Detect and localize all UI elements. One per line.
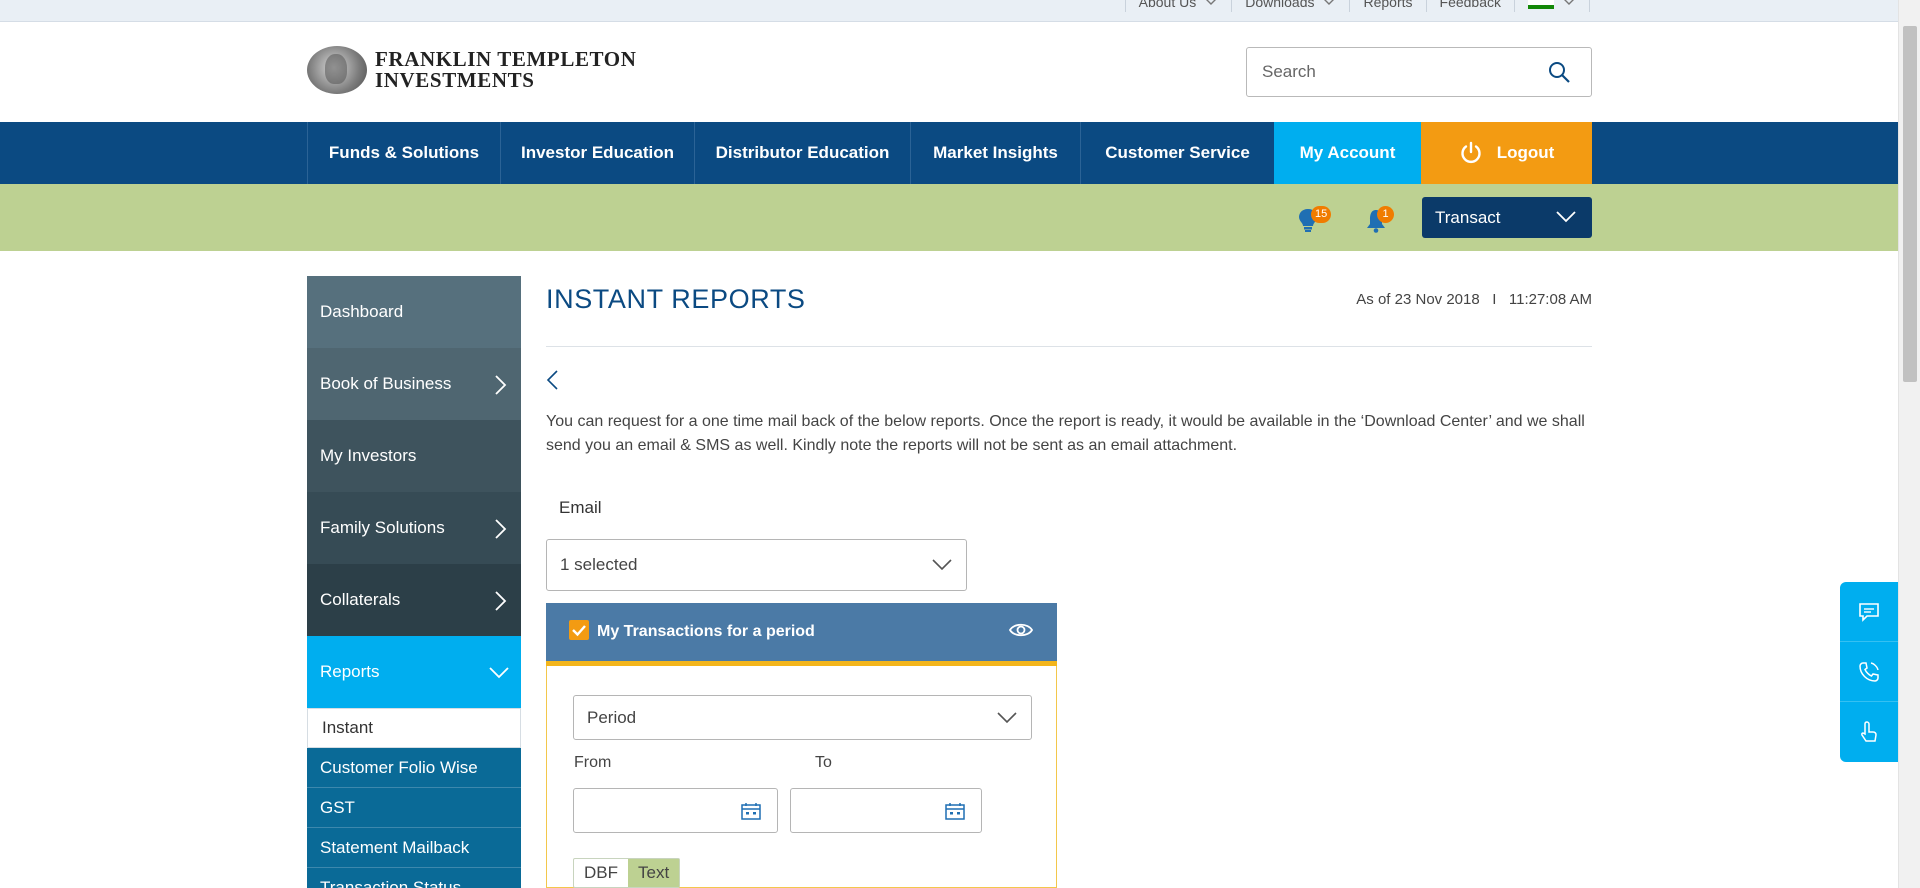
from-label: From <box>574 754 612 771</box>
account-sub-bar: 15 1 Transact <box>0 184 1898 251</box>
logout-button[interactable]: Logout <box>1421 122 1592 184</box>
downloads-label: Downloads <box>1245 0 1315 10</box>
chevron-right-icon <box>495 519 507 539</box>
period-dropdown[interactable]: Period <box>573 695 1032 740</box>
chevron-right-icon <box>495 375 507 395</box>
utility-bar: About Us Downloads Reports Feedback <box>0 0 1898 22</box>
title-divider <box>546 346 1592 347</box>
chevron-down-icon <box>1564 0 1574 5</box>
downloads-link[interactable]: Downloads <box>1231 0 1349 12</box>
email-label: Email <box>559 498 602 517</box>
logo-text: FRANKLIN TEMPLETON INVESTMENTS <box>375 49 636 91</box>
report-card-transactions: My Transactions for a period Period From… <box>546 603 1057 888</box>
sidebar-subitem-gst[interactable]: GST <box>307 788 521 828</box>
main-navigation: Funds & Solutions Investor Education Dis… <box>0 122 1898 184</box>
chat-icon <box>1859 602 1879 622</box>
chevron-right-icon <box>495 591 507 611</box>
sidebar-item-reports[interactable]: Reports <box>307 636 521 708</box>
report-card-title: My Transactions for a period <box>597 623 815 640</box>
period-value: Period <box>587 707 637 727</box>
sidebar-subitem-statement-mailback[interactable]: Statement Mailback <box>307 828 521 868</box>
sidebar-item-family-solutions[interactable]: Family Solutions <box>307 492 521 564</box>
transact-label: Transact <box>1435 207 1501 227</box>
sidebar-item-label: Family Solutions <box>320 518 445 537</box>
callback-button[interactable] <box>1840 702 1898 762</box>
sidebar-item-collaterals[interactable]: Collaterals <box>307 564 521 636</box>
eye-icon[interactable] <box>1009 621 1033 639</box>
to-date-field[interactable] <box>790 788 982 833</box>
franklin-portrait-logo-icon <box>307 46 367 94</box>
to-label: To <box>815 754 832 771</box>
chat-button[interactable] <box>1840 582 1898 642</box>
chevron-down-icon <box>489 667 509 679</box>
format-text-option[interactable]: Text <box>628 859 680 887</box>
franklin-templeton-logo[interactable]: FRANKLIN TEMPLETON INVESTMENTS <box>307 46 636 94</box>
contact-widget <box>1840 582 1898 762</box>
site-header: FRANKLIN TEMPLETON INVESTMENTS <box>0 22 1898 122</box>
chevron-down-icon <box>1324 0 1335 5</box>
nav-my-account[interactable]: My Account <box>1274 122 1421 184</box>
sidebar-item-label: Collaterals <box>320 590 401 609</box>
sidebar-item-label: Book of Business <box>320 374 452 393</box>
nav-customer-service[interactable]: Customer Service <box>1080 122 1274 184</box>
reports-link[interactable]: Reports <box>1349 0 1425 12</box>
india-flag-icon <box>1528 0 1554 9</box>
utility-links: About Us Downloads Reports Feedback <box>1124 0 1590 21</box>
sidebar-subitem-transaction-status[interactable]: Transaction Status <box>307 868 521 888</box>
country-selector[interactable] <box>1514 0 1590 12</box>
intro-text: You can request for a one time mail back… <box>546 413 1585 454</box>
from-date-field[interactable] <box>573 788 778 833</box>
email-select-value: 1 selected <box>560 555 638 574</box>
report-checkbox[interactable] <box>569 620 589 640</box>
chevron-down-icon <box>1556 211 1576 223</box>
sidebar: Dashboard Book of Business My Investors … <box>307 276 521 888</box>
nav-investor-education[interactable]: Investor Education <box>500 122 694 184</box>
feedback-label: Feedback <box>1439 0 1501 10</box>
page-title: INSTANT REPORTS <box>546 284 806 314</box>
page-scrollbar[interactable] <box>1898 0 1920 888</box>
ideas-count-badge: 15 <box>1311 206 1332 223</box>
sidebar-item-label: My Investors <box>320 446 417 465</box>
chevron-down-icon <box>1206 0 1217 5</box>
search-input[interactable] <box>1247 49 1537 95</box>
sidebar-item-label: Reports <box>320 662 380 681</box>
search-icon[interactable] <box>1547 60 1571 84</box>
transact-dropdown[interactable]: Transact <box>1422 197 1592 238</box>
sidebar-subitem-instant[interactable]: Instant <box>307 708 521 748</box>
call-button[interactable] <box>1840 642 1898 702</box>
reports-label: Reports <box>1363 0 1413 10</box>
email-multiselect[interactable]: 1 selected <box>546 539 967 591</box>
nav-funds-solutions[interactable]: Funds & Solutions <box>307 122 500 184</box>
calendar-icon[interactable] <box>741 802 761 820</box>
about-us-label: About Us <box>1138 0 1197 10</box>
sidebar-item-label: Dashboard <box>320 302 404 321</box>
callback-icon <box>1861 721 1877 742</box>
notification-count-badge: 1 <box>1377 206 1394 223</box>
back-arrow-icon[interactable] <box>546 370 558 390</box>
search-box <box>1246 47 1592 97</box>
logo-line1: FRANKLIN TEMPLETON <box>375 47 637 71</box>
calendar-icon[interactable] <box>945 802 965 820</box>
chevron-down-icon <box>932 559 952 571</box>
power-icon <box>1461 141 1481 164</box>
sidebar-item-my-investors[interactable]: My Investors <box>307 420 521 492</box>
as-of-timestamp: As of 23 Nov 2018 I 11:27:08 AM <box>1356 291 1592 308</box>
phone-icon <box>1859 661 1879 682</box>
logo-line2: INVESTMENTS <box>375 68 535 92</box>
file-format-toggle: DBF Text <box>573 858 681 888</box>
checkmark-icon <box>572 625 586 637</box>
scrollbar-thumb[interactable] <box>1903 26 1917 382</box>
feedback-link[interactable]: Feedback <box>1425 0 1514 12</box>
about-us-link[interactable]: About Us <box>1124 0 1232 12</box>
sidebar-subitem-customer-folio-wise[interactable]: Customer Folio Wise <box>307 748 521 788</box>
sidebar-item-dashboard[interactable]: Dashboard <box>307 276 521 348</box>
nav-distributor-education[interactable]: Distributor Education <box>694 122 910 184</box>
chevron-down-icon <box>997 712 1017 724</box>
format-dbf-option[interactable]: DBF <box>574 859 628 887</box>
nav-market-insights[interactable]: Market Insights <box>910 122 1080 184</box>
report-card-header: My Transactions for a period <box>546 603 1057 666</box>
sidebar-item-book-of-business[interactable]: Book of Business <box>307 348 521 420</box>
logout-label: Logout <box>1496 143 1555 162</box>
